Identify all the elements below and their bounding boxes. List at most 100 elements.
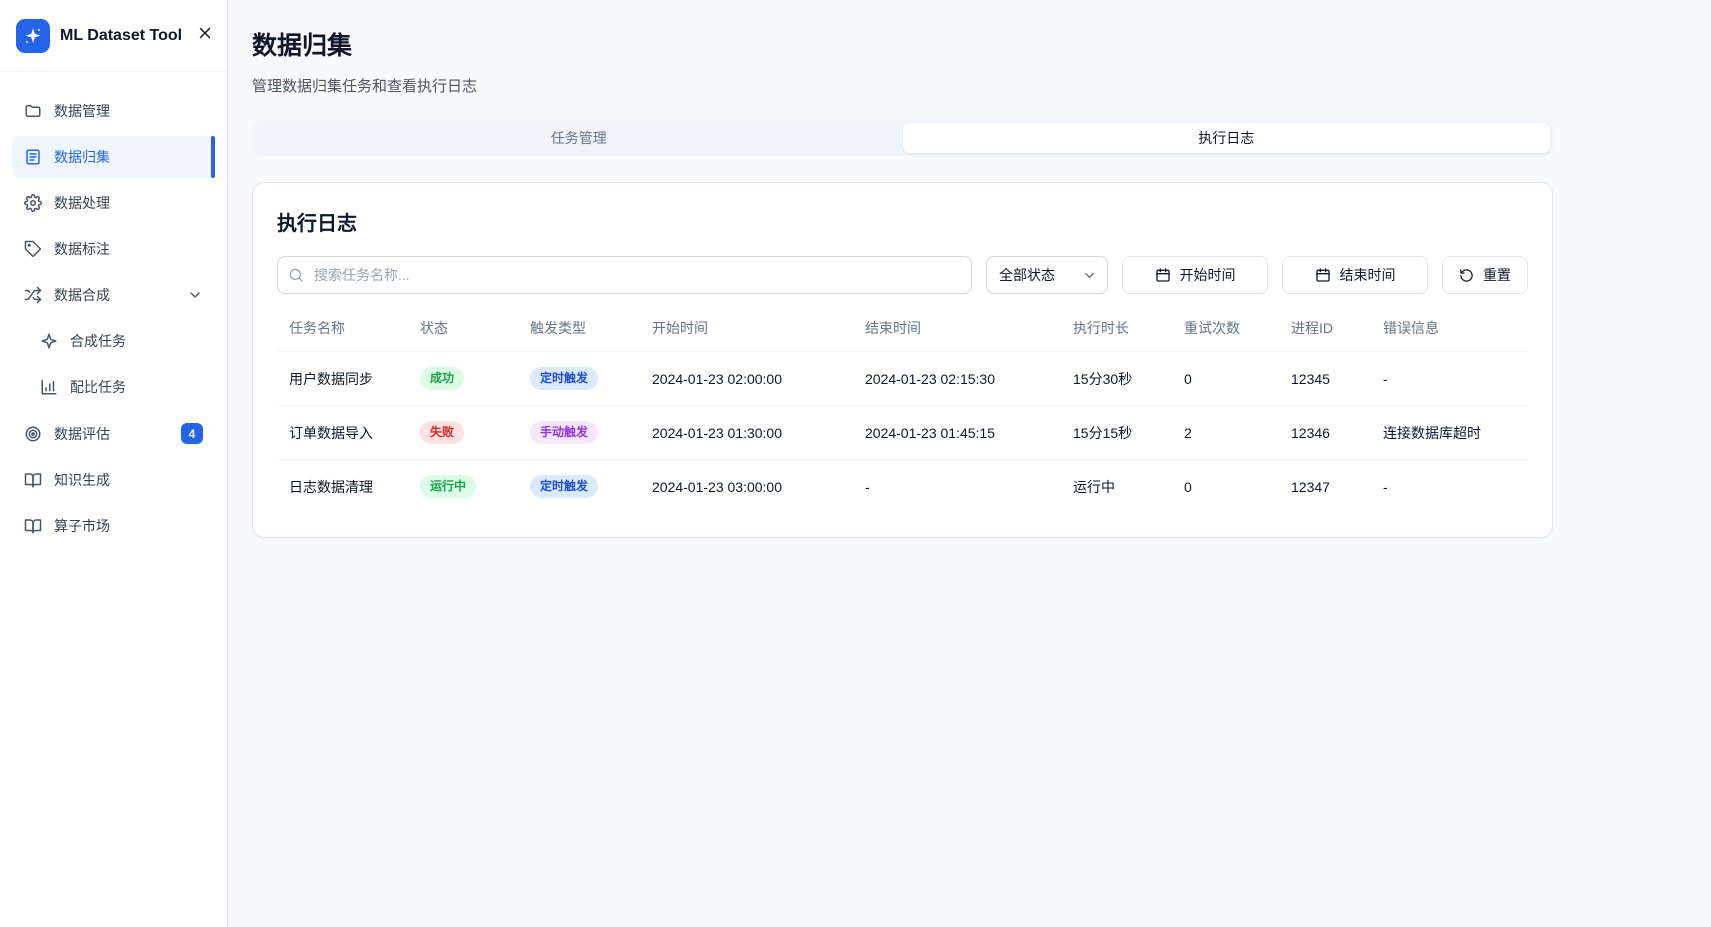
- calendar-icon: [1155, 267, 1171, 283]
- sidebar-item-data-management[interactable]: 数据管理: [12, 90, 215, 132]
- column-header: 错误信息: [1383, 304, 1528, 352]
- sidebar-item-label: 知识生成: [54, 470, 110, 490]
- app-logo: [16, 19, 50, 53]
- badge-cell: 成功: [420, 352, 530, 406]
- badge-cell: 失败: [420, 406, 530, 460]
- start-time-cell: 2024-01-23 03:00:00: [652, 460, 865, 514]
- close-sidebar-button[interactable]: [192, 20, 218, 51]
- column-header: 重试次数: [1184, 304, 1291, 352]
- tab-task-management[interactable]: 任务管理: [255, 123, 903, 153]
- sidebar: ML Dataset Tool 数据管理数据归集数据处理数据标注数据合成合成任务…: [0, 0, 228, 927]
- sidebar-nav: 数据管理数据归集数据处理数据标注数据合成合成任务配比任务数据评估 4 知识生成算子市…: [0, 72, 227, 565]
- close-icon: [196, 24, 214, 42]
- logs-card-title: 执行日志: [277, 207, 1528, 236]
- sidebar-item-label: 合成任务: [70, 331, 126, 351]
- retry-count-cell: 0: [1184, 460, 1291, 514]
- filters-row: 全部状态 开始时间 结束时间: [277, 256, 1528, 294]
- reset-button[interactable]: 重置: [1442, 256, 1528, 294]
- log-table-header-row: 任务名称状态触发类型开始时间结束时间执行时长重试次数进程ID错误信息: [277, 304, 1528, 352]
- sidebar-item-data-processing[interactable]: 数据处理: [12, 182, 215, 224]
- bar-chart-icon: [40, 378, 58, 396]
- column-header: 进程ID: [1291, 304, 1383, 352]
- sidebar-item-operator-market[interactable]: 算子市场: [12, 505, 215, 547]
- log-table: 任务名称状态触发类型开始时间结束时间执行时长重试次数进程ID错误信息 用户数据同…: [277, 304, 1528, 513]
- status-filter-value: 全部状态: [999, 265, 1055, 285]
- column-header: 任务名称: [277, 304, 420, 352]
- column-header: 触发类型: [530, 304, 652, 352]
- badge-cell: 定时触发: [530, 460, 652, 514]
- reset-label: 重置: [1483, 265, 1511, 285]
- sidebar-item-label: 数据归集: [54, 147, 110, 167]
- tab-bar: 任务管理 执行日志: [252, 120, 1553, 156]
- tab-execution-logs[interactable]: 执行日志: [903, 123, 1551, 153]
- sparkles-icon: [40, 332, 58, 350]
- start-time-cell: 2024-01-23 01:30:00: [652, 406, 865, 460]
- sidebar-item-data-collection[interactable]: 数据归集: [12, 136, 215, 178]
- chevron-down-icon: [1082, 268, 1097, 283]
- sidebar-item-ratio-task[interactable]: 配比任务: [12, 366, 215, 408]
- trigger-badge: 定时触发: [530, 367, 598, 390]
- sidebar-item-label: 算子市场: [54, 516, 110, 536]
- end-time-button[interactable]: 结束时间: [1282, 256, 1428, 294]
- duration-cell: 15分15秒: [1073, 406, 1184, 460]
- log-table-row: 用户数据同步成功定时触发2024-01-23 02:00:002024-01-2…: [277, 352, 1528, 406]
- sidebar-item-synthesis-task[interactable]: 合成任务: [12, 320, 215, 362]
- sidebar-item-knowledge-generation[interactable]: 知识生成: [12, 459, 215, 501]
- retry-count-cell: 0: [1184, 352, 1291, 406]
- end-time-label: 结束时间: [1340, 265, 1396, 285]
- shuffle-icon: [24, 286, 42, 304]
- log-table-row: 订单数据导入失败手动触发2024-01-23 01:30:002024-01-2…: [277, 406, 1528, 460]
- end-time-cell: 2024-01-23 01:45:15: [865, 406, 1073, 460]
- search-input[interactable]: [277, 256, 972, 294]
- sidebar-item-label: 数据管理: [54, 101, 110, 121]
- sidebar-item-label: 数据评估: [54, 424, 110, 444]
- start-time-cell: 2024-01-23 02:00:00: [652, 352, 865, 406]
- retry-count-cell: 2: [1184, 406, 1291, 460]
- column-header: 结束时间: [865, 304, 1073, 352]
- main-content: 数据归集 管理数据归集任务和查看执行日志 任务管理 执行日志 执行日志 全部状态: [228, 0, 1711, 927]
- sidebar-item-label: 数据处理: [54, 193, 110, 213]
- search-box: [277, 256, 972, 294]
- list-icon: [24, 148, 42, 166]
- page-title: 数据归集: [252, 26, 1553, 62]
- start-time-label: 开始时间: [1180, 265, 1236, 285]
- process-id-cell: 12347: [1291, 460, 1383, 514]
- search-icon: [288, 267, 304, 283]
- chevron-down-icon: [187, 287, 203, 303]
- status-filter-select[interactable]: 全部状态: [986, 256, 1108, 294]
- end-time-cell: -: [865, 460, 1073, 514]
- trigger-badge: 定时触发: [530, 475, 598, 498]
- sidebar-item-data-evaluation[interactable]: 数据评估 4: [12, 412, 215, 455]
- log-table-body: 用户数据同步成功定时触发2024-01-23 02:00:002024-01-2…: [277, 352, 1528, 514]
- reset-icon: [1459, 268, 1474, 283]
- book-icon: [24, 517, 42, 535]
- sidebar-item-data-labeling[interactable]: 数据标注: [12, 228, 215, 270]
- error-message-cell: 连接数据库超时: [1383, 406, 1528, 460]
- badge-cell: 运行中: [420, 460, 530, 514]
- log-table-row: 日志数据清理运行中定时触发2024-01-23 03:00:00-运行中0123…: [277, 460, 1528, 514]
- duration-cell: 15分30秒: [1073, 352, 1184, 406]
- task-name-cell: 用户数据同步: [277, 352, 420, 406]
- error-message-cell: -: [1383, 460, 1528, 514]
- column-header: 状态: [420, 304, 530, 352]
- tag-icon: [24, 240, 42, 258]
- task-name-cell: 订单数据导入: [277, 406, 420, 460]
- sidebar-item-label: 数据合成: [54, 285, 110, 305]
- notification-badge: 4: [181, 423, 203, 444]
- sidebar-item-label: 数据标注: [54, 239, 110, 259]
- column-header: 执行时长: [1073, 304, 1184, 352]
- badge-cell: 手动触发: [530, 406, 652, 460]
- calendar-icon: [1315, 267, 1331, 283]
- process-id-cell: 12346: [1291, 406, 1383, 460]
- app-title: ML Dataset Tool: [60, 27, 182, 45]
- task-name-cell: 日志数据清理: [277, 460, 420, 514]
- start-time-button[interactable]: 开始时间: [1122, 256, 1268, 294]
- status-badge: 运行中: [420, 475, 476, 498]
- column-header: 开始时间: [652, 304, 865, 352]
- error-message-cell: -: [1383, 352, 1528, 406]
- process-id-cell: 12345: [1291, 352, 1383, 406]
- sidebar-header: ML Dataset Tool: [0, 0, 227, 72]
- target-icon: [24, 425, 42, 443]
- sidebar-item-data-synthesis[interactable]: 数据合成: [12, 274, 215, 316]
- folder-icon: [24, 102, 42, 120]
